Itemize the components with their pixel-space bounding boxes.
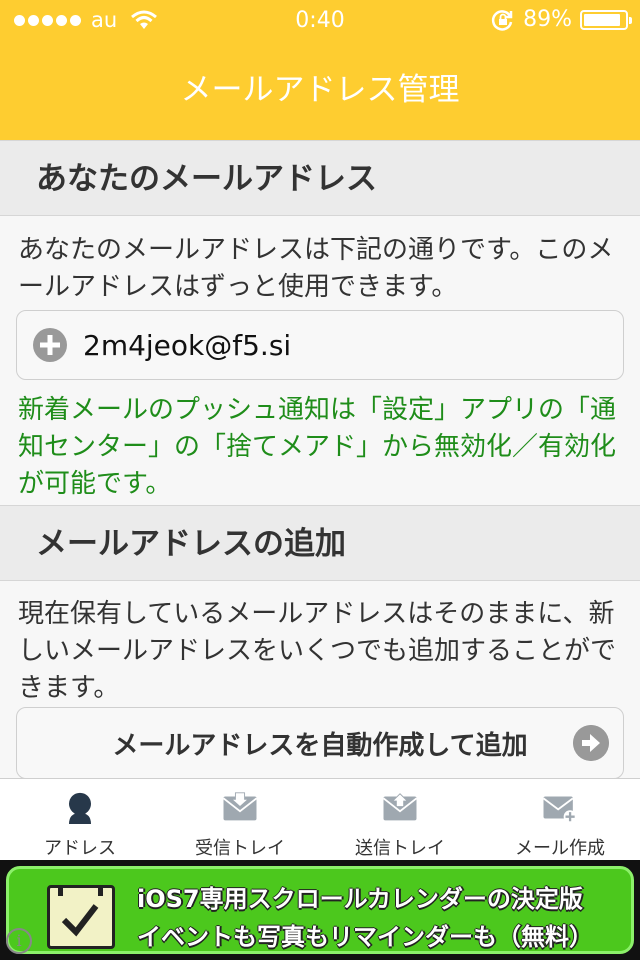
- tab-outbox[interactable]: 送信トレイ: [320, 779, 480, 860]
- inbox-icon: [222, 792, 258, 821]
- tab-label: 送信トレイ: [355, 838, 445, 859]
- page-title: メールアドレス管理: [180, 72, 460, 108]
- person-icon: [69, 792, 91, 824]
- tab-label: メール作成: [515, 838, 605, 859]
- address-value: 2m4jeok@f5.si: [83, 328, 292, 362]
- address-field[interactable]: 2m4jeok@f5.si: [16, 310, 624, 380]
- arrow-right-circle-icon: [573, 725, 609, 761]
- auto-create-address-button[interactable]: メールアドレスを自動作成して追加: [16, 707, 624, 779]
- tab-address[interactable]: アドレス: [0, 779, 160, 860]
- battery-percent: 89%: [523, 7, 572, 32]
- rotation-lock-icon: [491, 9, 513, 31]
- tab-label: 受信トレイ: [195, 838, 285, 859]
- tab-label: アドレス: [44, 838, 116, 859]
- section-title: メールアドレスの追加: [36, 526, 346, 562]
- calendar-check-icon: [47, 884, 115, 949]
- section-header-add-address: メールアドレスの追加: [0, 505, 640, 581]
- ad-line-2: イベントも写真もリマインダーも（無料）: [137, 923, 593, 951]
- battery-icon: [580, 9, 632, 30]
- tab-inbox[interactable]: 受信トレイ: [160, 779, 320, 860]
- your-address-description: あなたのメールアドレスは下記の通りです。このメールアドレスはずっと使用できます。: [18, 235, 614, 302]
- ad-banner-frame: iOS7専用スクロールカレンダーの決定版 イベントも写真もリマインダーも（無料）: [6, 866, 634, 954]
- section-title: あなたのメールアドレス: [36, 161, 377, 197]
- outbox-icon: [382, 793, 418, 821]
- info-icon[interactable]: i: [6, 928, 32, 954]
- ad-line-1: iOS7専用スクロールカレンダーの決定版: [137, 885, 583, 913]
- battery-fill: [584, 13, 620, 26]
- add-address-description: 現在保有しているメールアドレスはそのままに、新しいメールアドレスをいくつでも追加…: [18, 599, 617, 703]
- status-right: 89%: [491, 7, 632, 32]
- push-notice-text: 新着メールのプッシュ通知は「設定」アプリの「通知センター」の「捨てメアド」から無…: [18, 395, 617, 499]
- auto-create-button-label: メールアドレスを自動作成して追加: [112, 730, 528, 761]
- tab-bar: アドレス 受信トレイ 送信トレイ メール作成: [0, 778, 640, 860]
- status-bar: au 0:40 89%: [0, 0, 640, 40]
- tab-compose[interactable]: メール作成: [480, 779, 640, 860]
- ad-banner[interactable]: iOS7専用スクロールカレンダーの決定版 イベントも写真もリマインダーも（無料）: [0, 860, 640, 960]
- section-header-your-address: あなたのメールアドレス: [0, 140, 640, 216]
- compose-mail-icon: [542, 796, 577, 824]
- plus-circle-icon[interactable]: [33, 328, 67, 362]
- nav-bar: メールアドレス管理: [0, 40, 640, 140]
